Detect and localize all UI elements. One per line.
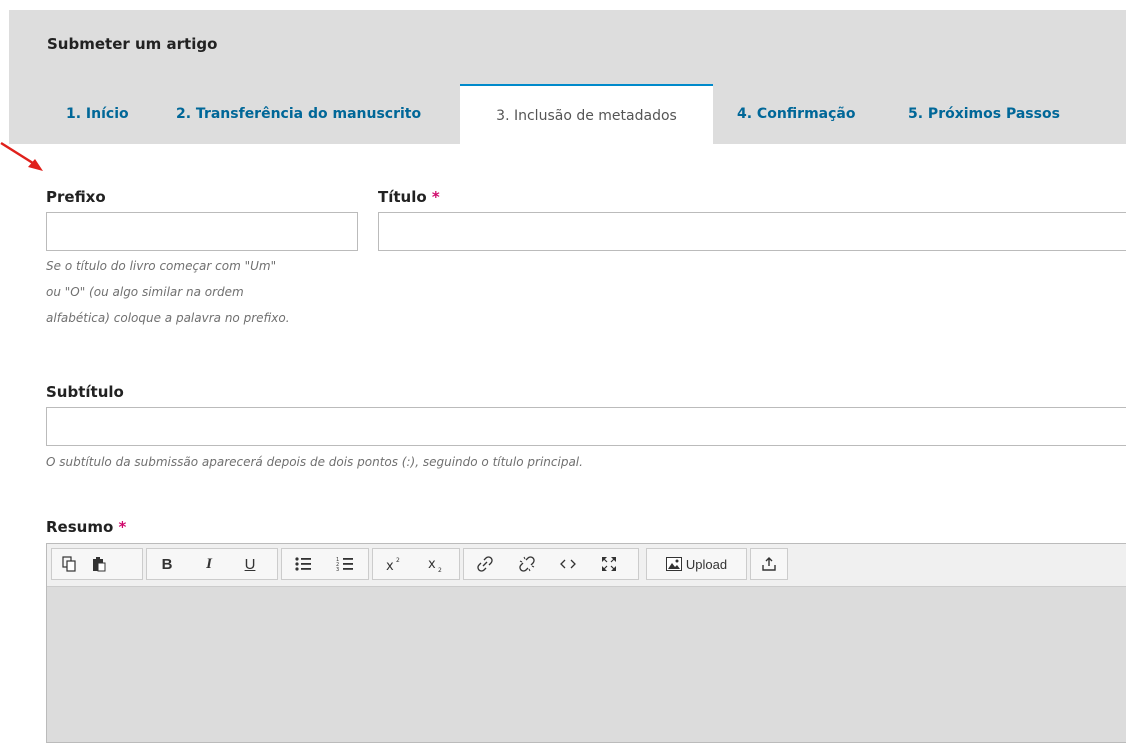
subscript-button[interactable]: x 2 bbox=[421, 549, 451, 579]
bold-button[interactable]: B bbox=[152, 549, 182, 579]
upload-button[interactable]: Upload bbox=[647, 549, 746, 579]
copy-button[interactable] bbox=[54, 549, 84, 579]
upload-group: Upload bbox=[646, 548, 747, 580]
copy-icon bbox=[62, 556, 76, 572]
underline-button[interactable]: U bbox=[235, 549, 265, 579]
subtitle-input[interactable] bbox=[46, 407, 1126, 446]
upload-label: Upload bbox=[685, 556, 728, 572]
fullscreen-button[interactable] bbox=[594, 549, 624, 579]
annotation-arrow-icon bbox=[0, 141, 43, 171]
extra-group bbox=[750, 548, 788, 580]
superscript-button[interactable]: x 2 bbox=[379, 549, 409, 579]
svg-text:x: x bbox=[386, 559, 394, 572]
paste-button[interactable] bbox=[84, 549, 114, 579]
subtitle-help-text: O subtítulo da submissão aparecerá depoi… bbox=[46, 455, 583, 469]
wizard-header: Submeter um artigo 1. Início 2. Transfer… bbox=[9, 10, 1126, 144]
tab-start[interactable]: 1. Início bbox=[66, 84, 129, 144]
editor-toolbar: B I U 1 2 3 x 2 x 2 Upload bbox=[47, 544, 1126, 587]
unlink-button[interactable] bbox=[512, 549, 542, 579]
insert-file-button[interactable] bbox=[754, 549, 784, 579]
subscript-icon: x 2 bbox=[428, 557, 442, 572]
numbered-list-icon: 1 2 3 bbox=[336, 557, 353, 572]
clipboard-group bbox=[51, 548, 143, 580]
link-button[interactable] bbox=[470, 549, 500, 579]
paste-icon bbox=[93, 557, 106, 572]
svg-text:2: 2 bbox=[438, 567, 442, 572]
superscript-icon: x 2 bbox=[386, 557, 400, 572]
abstract-label: Resumo * bbox=[46, 518, 126, 536]
insert-group bbox=[463, 548, 639, 580]
unlink-icon bbox=[519, 556, 535, 572]
format-group: B I U bbox=[146, 548, 278, 580]
prefix-label: Prefixo bbox=[46, 188, 106, 206]
tab-next-steps[interactable]: 5. Próximos Passos bbox=[908, 84, 1060, 144]
title-input[interactable] bbox=[378, 212, 1126, 251]
upload-tray-icon bbox=[762, 557, 776, 571]
italic-button[interactable]: I bbox=[194, 549, 224, 579]
numbered-list-button[interactable]: 1 2 3 bbox=[330, 549, 360, 579]
code-button[interactable] bbox=[553, 549, 583, 579]
list-group: 1 2 3 bbox=[281, 548, 369, 580]
script-group: x 2 x 2 bbox=[372, 548, 460, 580]
tab-metadata[interactable]: 3. Inclusão de metadados bbox=[460, 84, 713, 144]
prefix-help-line: alfabética) coloque a palavra no prefixo… bbox=[46, 311, 290, 325]
fullscreen-icon bbox=[602, 557, 616, 571]
title-label: Título * bbox=[378, 188, 440, 206]
prefix-help-line: Se o título do livro começar com "Um" bbox=[46, 259, 277, 273]
link-icon bbox=[477, 556, 493, 572]
title-label-text: Título bbox=[378, 188, 427, 206]
prefix-input[interactable] bbox=[46, 212, 358, 251]
abstract-editor[interactable]: B I U 1 2 3 x 2 x 2 Upload bbox=[46, 543, 1126, 743]
page-title: Submeter um artigo bbox=[47, 35, 218, 53]
editor-content-area[interactable] bbox=[47, 587, 1126, 742]
prefix-help-line: ou "O" (ou algo similar na ordem bbox=[46, 285, 244, 299]
tab-confirmation[interactable]: 4. Confirmação bbox=[737, 84, 855, 144]
tab-upload-manuscript[interactable]: 2. Transferência do manuscrito bbox=[176, 84, 421, 144]
svg-text:2: 2 bbox=[396, 557, 400, 564]
required-asterisk: * bbox=[431, 188, 440, 206]
required-asterisk: * bbox=[118, 518, 127, 536]
svg-text:3: 3 bbox=[336, 567, 339, 572]
subtitle-label: Subtítulo bbox=[46, 383, 124, 401]
image-icon bbox=[665, 557, 682, 571]
bullet-list-icon bbox=[295, 557, 311, 571]
abstract-label-text: Resumo bbox=[46, 518, 114, 536]
prefix-help-text: Se o título do livro começar com "Um" ou… bbox=[46, 253, 290, 331]
code-icon bbox=[560, 559, 576, 569]
bullet-list-button[interactable] bbox=[288, 549, 318, 579]
svg-text:x: x bbox=[428, 557, 436, 572]
